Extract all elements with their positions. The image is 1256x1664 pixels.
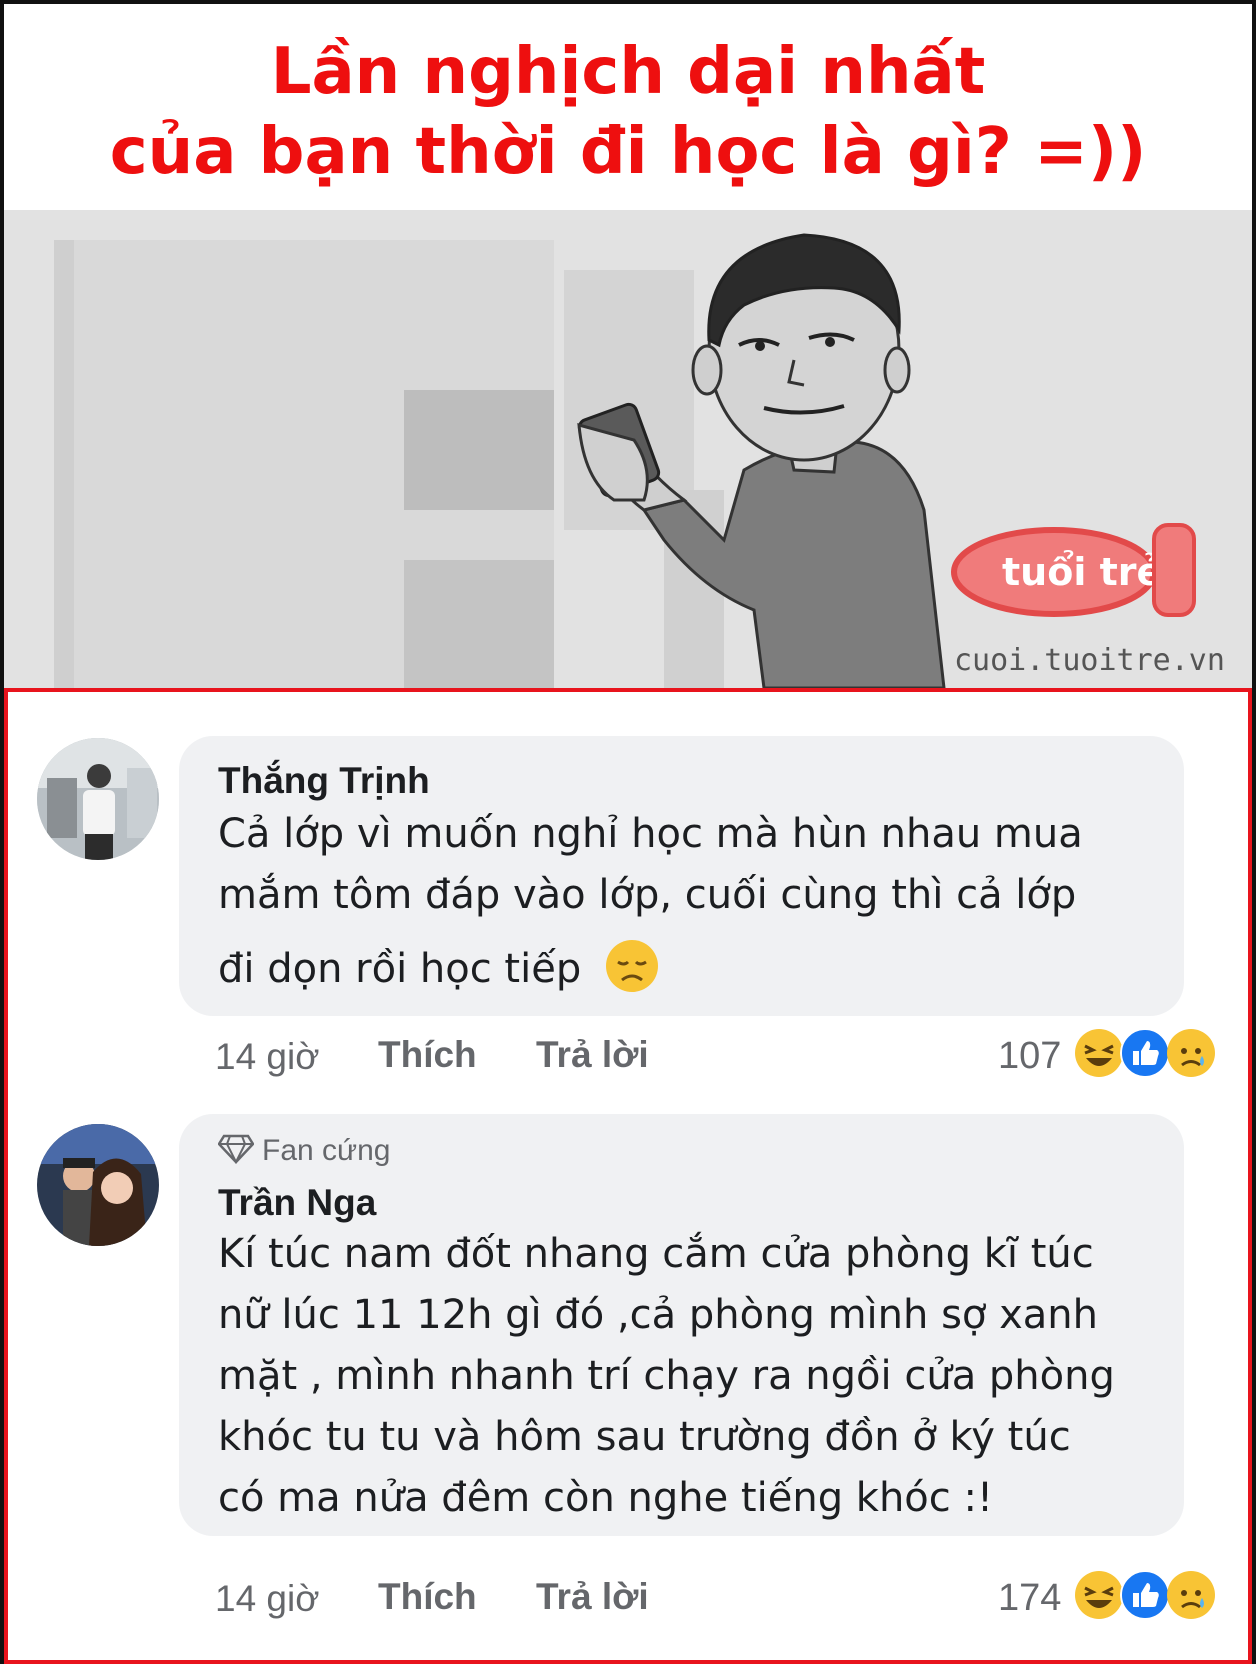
reply-button[interactable]: Trả lời xyxy=(536,1576,649,1618)
commenter-name[interactable]: Thắng Trịnh xyxy=(218,760,430,802)
comment-text: Kí túc nam đốt nhang cắm cửa phòng kĩ tú… xyxy=(218,1231,1115,1521)
disappointed-face-icon xyxy=(605,940,658,992)
title-line-1: Lần nghịch dại nhất xyxy=(270,35,986,109)
fan-badge: Fan cứng xyxy=(217,1134,390,1168)
avatar-photo-icon xyxy=(37,738,159,860)
comment-time: 14 giờ xyxy=(215,1578,320,1619)
cartoon-scene: tuổi trẻ cuoi.tuoitre.vn xyxy=(4,210,1252,688)
like-icon xyxy=(1120,1570,1170,1620)
comment-text: Cả lớp vì muốn nghỉ học mà hùn nhau mua … xyxy=(218,811,1083,992)
laughing-icon xyxy=(1075,1029,1123,1077)
reply-button[interactable]: Trả lời xyxy=(536,1034,649,1076)
reaction-icons[interactable] xyxy=(1074,1570,1224,1622)
commenter-name[interactable]: Trần Nga xyxy=(218,1182,376,1224)
sad-icon xyxy=(1167,1029,1215,1077)
comments-panel: Thắng Trịnh Cả lớp vì muốn nghỉ học mà h… xyxy=(4,688,1252,1664)
diamond-icon xyxy=(217,1134,255,1165)
title-banner: Lần nghịch dại nhất của bạn thời đi học … xyxy=(4,4,1252,210)
avatar[interactable] xyxy=(37,738,159,860)
post-image: Lần nghịch dại nhất của bạn thời đi học … xyxy=(0,0,1256,1664)
reaction-icons[interactable] xyxy=(1074,1028,1224,1080)
cartoon-illustration: tuổi trẻ cuoi.tuoitre.vn xyxy=(4,210,1252,688)
title-line-2: của bạn thời đi học là gì? =)) xyxy=(109,115,1147,189)
cuoi-tuoitre-logo: tuổi trẻ xyxy=(951,523,1196,617)
like-icon xyxy=(1120,1028,1170,1078)
reaction-count[interactable]: 107 xyxy=(998,1035,1061,1078)
sad-icon xyxy=(1167,1571,1215,1619)
laughing-icon xyxy=(1075,1571,1123,1619)
site-url: cuoi.tuoitre.vn xyxy=(954,643,1225,678)
comment-time: 14 giờ xyxy=(215,1036,320,1077)
avatar-photo-icon xyxy=(37,1124,159,1246)
like-button[interactable]: Thích xyxy=(378,1576,477,1618)
svg-text:tuổi trẻ: tuổi trẻ xyxy=(1002,550,1162,594)
avatar[interactable] xyxy=(37,1124,159,1246)
reaction-count[interactable]: 174 xyxy=(998,1577,1061,1620)
like-button[interactable]: Thích xyxy=(378,1034,477,1076)
